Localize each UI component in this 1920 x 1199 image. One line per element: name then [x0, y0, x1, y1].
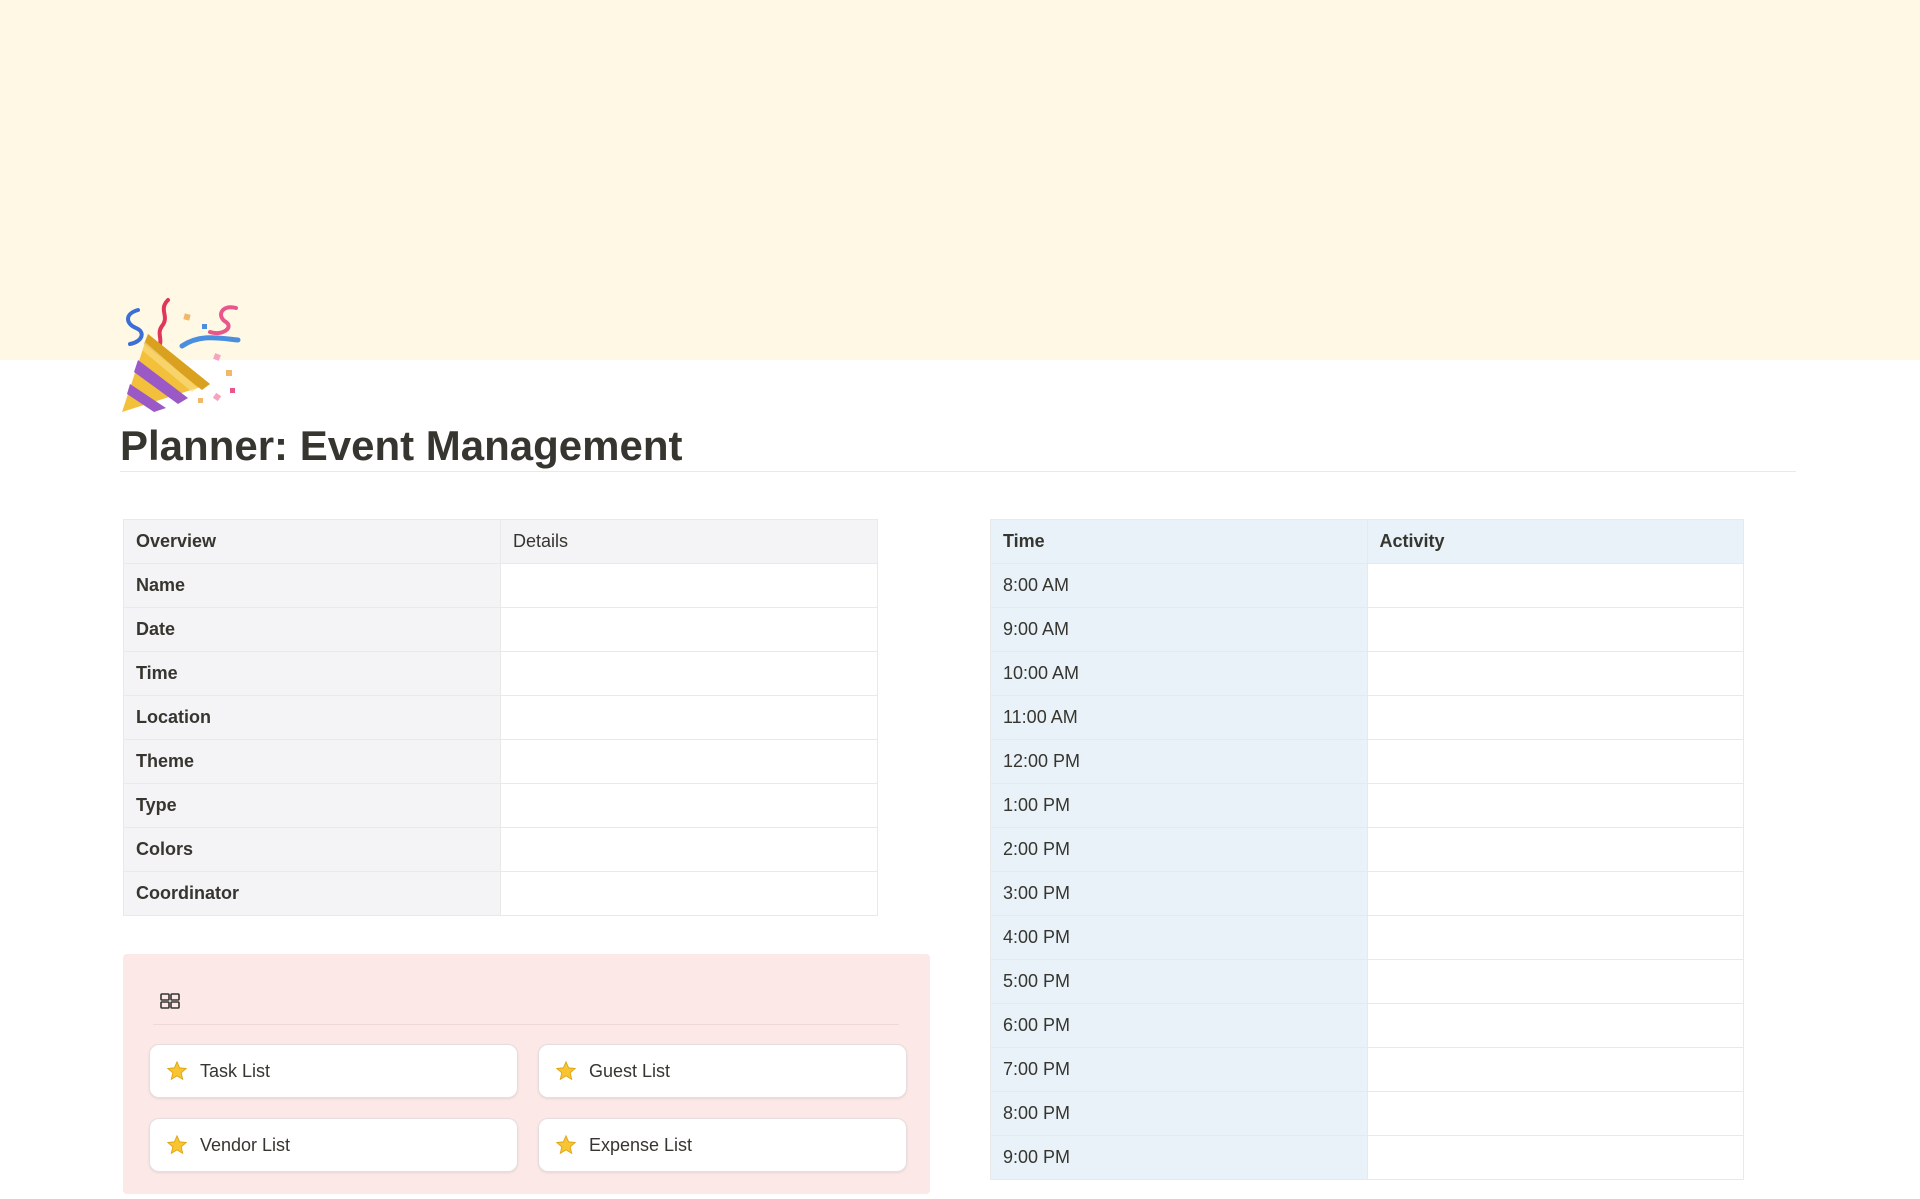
table-row: 3:00 PM	[990, 871, 1744, 916]
table-header-row: Overview Details	[123, 519, 878, 564]
activity-cell[interactable]	[1366, 695, 1744, 740]
schedule-table: Time Activity 8:00 AM 9:00 AM 10:00 AM 1…	[990, 519, 1744, 1180]
star-icon	[555, 1134, 577, 1156]
page-cover[interactable]	[0, 0, 1920, 360]
link-label: Expense List	[589, 1134, 693, 1155]
star-icon	[555, 1060, 577, 1082]
time-cell[interactable]: 12:00 PM	[990, 739, 1368, 784]
time-cell[interactable]: 10:00 AM	[990, 651, 1368, 696]
column-header-overview[interactable]: Overview	[123, 519, 501, 564]
row-label[interactable]: Time	[123, 651, 501, 696]
link-label: Vendor List	[200, 1134, 291, 1155]
quick-links-gallery: Task List Guest List Vendor List Expense…	[123, 954, 930, 1194]
activity-cell[interactable]	[1366, 1047, 1744, 1092]
table-row: Coordinator	[123, 871, 878, 916]
row-label[interactable]: Colors	[123, 827, 501, 872]
table-row: Theme	[123, 739, 878, 784]
table-row: Date	[123, 607, 878, 652]
table-row: 9:00 AM	[990, 607, 1744, 652]
table-row: Type	[123, 783, 878, 828]
table-row: 11:00 AM	[990, 695, 1744, 740]
row-label[interactable]: Theme	[123, 739, 501, 784]
table-row: 5:00 PM	[990, 959, 1744, 1004]
time-cell[interactable]: 8:00 PM	[990, 1091, 1368, 1136]
row-value[interactable]	[500, 783, 878, 828]
row-label[interactable]: Type	[123, 783, 501, 828]
table-row: 1:00 PM	[990, 783, 1744, 828]
activity-cell[interactable]	[1366, 739, 1744, 784]
table-row: 9:00 PM	[990, 1135, 1744, 1180]
time-cell[interactable]: 1:00 PM	[990, 783, 1368, 828]
star-icon	[166, 1134, 188, 1156]
activity-cell[interactable]	[1366, 915, 1744, 960]
guest-list-link[interactable]: Guest List	[538, 1044, 907, 1098]
time-cell[interactable]: 9:00 AM	[990, 607, 1368, 652]
table-row: 8:00 PM	[990, 1091, 1744, 1136]
time-cell[interactable]: 4:00 PM	[990, 915, 1368, 960]
party-popper-icon[interactable]	[118, 294, 244, 418]
row-value[interactable]	[500, 651, 878, 696]
table-header-row: Time Activity	[990, 519, 1744, 564]
column-header-time[interactable]: Time	[990, 519, 1368, 564]
table-row: 7:00 PM	[990, 1047, 1744, 1092]
link-label: Task List	[200, 1060, 271, 1081]
vendor-list-link[interactable]: Vendor List	[149, 1118, 518, 1172]
link-label: Guest List	[589, 1060, 671, 1081]
row-value[interactable]	[500, 607, 878, 652]
table-row: Time	[123, 651, 878, 696]
table-row: 2:00 PM	[990, 827, 1744, 872]
table-row: 12:00 PM	[990, 739, 1744, 784]
row-value[interactable]	[500, 695, 878, 740]
activity-cell[interactable]	[1366, 783, 1744, 828]
activity-cell[interactable]	[1366, 1135, 1744, 1180]
expense-list-link[interactable]: Expense List	[538, 1118, 907, 1172]
table-row: 8:00 AM	[990, 563, 1744, 608]
time-cell[interactable]: 7:00 PM	[990, 1047, 1368, 1092]
activity-cell[interactable]	[1366, 871, 1744, 916]
column-header-activity[interactable]: Activity	[1366, 519, 1744, 564]
star-icon	[166, 1060, 188, 1082]
activity-cell[interactable]	[1366, 1003, 1744, 1048]
table-row: 10:00 AM	[990, 651, 1744, 696]
row-value[interactable]	[500, 827, 878, 872]
time-cell[interactable]: 5:00 PM	[990, 959, 1368, 1004]
row-label[interactable]: Name	[123, 563, 501, 608]
activity-cell[interactable]	[1366, 1091, 1744, 1136]
row-label[interactable]: Location	[123, 695, 501, 740]
time-cell[interactable]: 3:00 PM	[990, 871, 1368, 916]
time-cell[interactable]: 8:00 AM	[990, 563, 1368, 608]
table-row: 4:00 PM	[990, 915, 1744, 960]
row-value[interactable]	[500, 563, 878, 608]
table-row: 6:00 PM	[990, 1003, 1744, 1048]
activity-cell[interactable]	[1366, 651, 1744, 696]
time-cell[interactable]: 6:00 PM	[990, 1003, 1368, 1048]
time-cell[interactable]: 11:00 AM	[990, 695, 1368, 740]
gallery-view-icon[interactable]	[159, 990, 181, 1012]
title-divider	[120, 471, 1796, 472]
table-row: Colors	[123, 827, 878, 872]
row-value[interactable]	[500, 739, 878, 784]
gallery-divider	[153, 1024, 899, 1025]
row-value[interactable]	[500, 871, 878, 916]
column-header-details[interactable]: Details	[500, 519, 878, 564]
activity-cell[interactable]	[1366, 827, 1744, 872]
overview-table: Overview Details Name Date Time Location…	[123, 519, 878, 916]
row-label[interactable]: Date	[123, 607, 501, 652]
activity-cell[interactable]	[1366, 607, 1744, 652]
row-label[interactable]: Coordinator	[123, 871, 501, 916]
table-row: Location	[123, 695, 878, 740]
activity-cell[interactable]	[1366, 563, 1744, 608]
page-title[interactable]: Planner: Event Management	[120, 418, 682, 474]
table-row: Name	[123, 563, 878, 608]
time-cell[interactable]: 2:00 PM	[990, 827, 1368, 872]
activity-cell[interactable]	[1366, 959, 1744, 1004]
task-list-link[interactable]: Task List	[149, 1044, 518, 1098]
time-cell[interactable]: 9:00 PM	[990, 1135, 1368, 1180]
